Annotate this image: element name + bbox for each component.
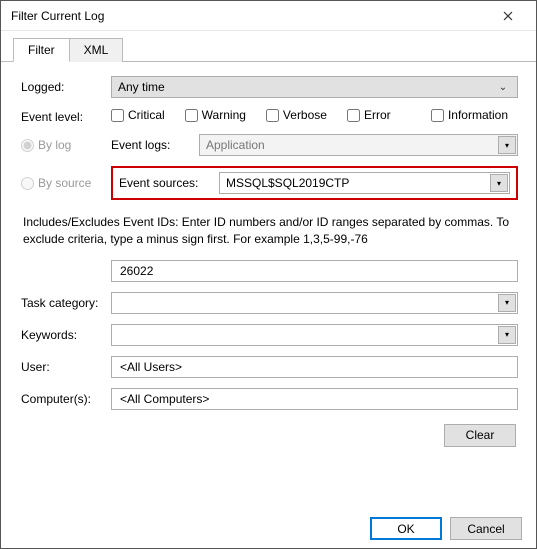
logged-label: Logged:: [21, 80, 111, 94]
taskcategory-dropdown[interactable]: ▾: [111, 292, 518, 314]
window-title: Filter Current Log: [11, 9, 488, 23]
tab-filter[interactable]: Filter: [13, 38, 70, 62]
eventlogs-value: Application: [206, 138, 511, 152]
check-warning[interactable]: Warning: [185, 108, 246, 122]
clear-button[interactable]: Clear: [444, 424, 516, 447]
user-input[interactable]: [111, 356, 518, 378]
eventsources-label: Event sources:: [119, 176, 219, 190]
eventsources-value: MSSQL$SQL2019CTP: [226, 176, 503, 190]
eventsources-dropdown[interactable]: MSSQL$SQL2019CTP ▾: [219, 172, 510, 194]
eventlevel-checks: Critical Warning Verbose Error Informati…: [111, 108, 518, 122]
eventsources-highlight: Event sources: MSSQL$SQL2019CTP ▾: [111, 166, 518, 200]
tab-content: Logged: Any time ⌄ Event level: Critical…: [1, 62, 536, 457]
radio-by-log: By log: [21, 138, 111, 152]
eventlevel-label: Event level:: [21, 108, 111, 124]
chevron-down-icon[interactable]: ▾: [498, 294, 516, 312]
chevron-down-icon[interactable]: ▾: [498, 326, 516, 344]
computers-label: Computer(s):: [21, 392, 111, 406]
eventlogs-label: Event logs:: [111, 138, 199, 152]
check-critical[interactable]: Critical: [111, 108, 165, 122]
close-button[interactable]: [488, 2, 528, 30]
chevron-down-icon[interactable]: ▾: [490, 174, 508, 192]
check-error[interactable]: Error: [347, 108, 411, 122]
logged-value: Any time: [118, 80, 495, 94]
titlebar: Filter Current Log: [1, 1, 536, 31]
check-information[interactable]: Information: [431, 108, 508, 122]
close-icon: [503, 11, 513, 21]
check-verbose[interactable]: Verbose: [266, 108, 327, 122]
chevron-down-icon[interactable]: ▾: [498, 136, 516, 154]
keywords-dropdown[interactable]: ▾: [111, 324, 518, 346]
cancel-button[interactable]: Cancel: [450, 517, 522, 540]
tabstrip: Filter XML: [1, 31, 536, 62]
eventids-hint: Includes/Excludes Event IDs: Enter ID nu…: [23, 214, 516, 248]
chevron-down-icon: ⌄: [495, 82, 511, 93]
keywords-label: Keywords:: [21, 328, 111, 342]
taskcategory-label: Task category:: [21, 296, 111, 310]
eventlogs-dropdown[interactable]: Application ▾: [199, 134, 518, 156]
radio-by-source: By source: [21, 176, 111, 190]
dialog-footer: OK Cancel: [370, 517, 522, 540]
computers-input[interactable]: [111, 388, 518, 410]
logged-dropdown[interactable]: Any time ⌄: [111, 76, 518, 98]
tab-xml[interactable]: XML: [69, 38, 124, 62]
ok-button[interactable]: OK: [370, 517, 442, 540]
eventids-input[interactable]: [111, 260, 518, 282]
user-label: User:: [21, 360, 111, 374]
